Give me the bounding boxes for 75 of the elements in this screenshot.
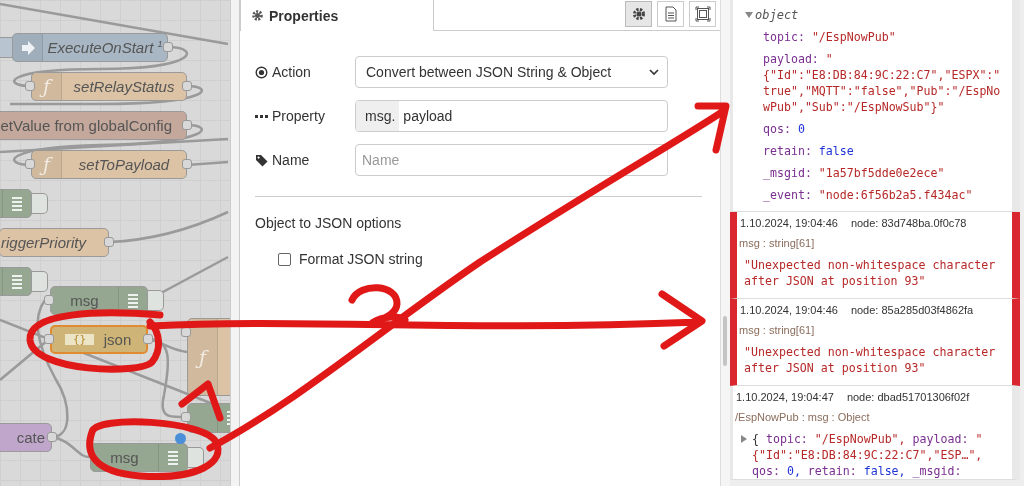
node-id-link[interactable]: node: dbad51701306f02f [846, 391, 970, 403]
node-port[interactable] [181, 412, 191, 422]
object-label: object [755, 8, 799, 22]
flow-node[interactable]: ƒ setRelayStatus [31, 72, 187, 101]
node-port[interactable] [163, 42, 173, 52]
braces-icon: {} [72, 334, 87, 345]
scribble-mark [178, 380, 224, 422]
node-port[interactable] [25, 159, 35, 169]
node-port[interactable] [25, 81, 35, 91]
property-row-text: _event: "node:6f56b2a5.f434ac" [762, 187, 974, 204]
properties-tab[interactable]: Properties [240, 0, 434, 31]
document-icon [662, 6, 679, 22]
list-icon [11, 195, 23, 212]
error-text: "Unexpected non-whitespace character after JSON at position 93" [743, 344, 997, 377]
node-id-link[interactable]: node: 85a285d03f4862fa [850, 304, 974, 316]
flow-node[interactable]: {} json [50, 325, 148, 354]
flow-node[interactable]: ƒ setToPayload [31, 150, 187, 179]
node-port[interactable] [182, 81, 192, 91]
caret-icon[interactable] [745, 12, 753, 18]
caret-icon[interactable] [741, 435, 747, 443]
property-row-text: retain: false [762, 143, 855, 160]
flow-node[interactable]: ExecuteOnStart $^{1}$ [12, 33, 168, 62]
chevron-down-icon [649, 68, 659, 76]
list-icon [11, 273, 23, 290]
property-row-text: payload: "{"Id":"E8:DB:84:9C:22:C7","ESPX":"true","MQTT":"false","Pub":"/EspNowPub","Sub":"/EspNowSub"}" [762, 51, 1002, 116]
field-label: Property [272, 108, 325, 124]
node-port[interactable] [182, 120, 192, 130]
scrollbar[interactable] [723, 316, 727, 366]
timestamp: 1.10.2024, 19:04:46 [740, 304, 838, 316]
list-icon [127, 292, 139, 309]
settings-button[interactable] [625, 1, 652, 27]
field-label: Name [272, 152, 310, 168]
node-port[interactable] [182, 159, 192, 169]
flow-node[interactable]: etValue from globalConfig [0, 111, 187, 140]
node-port[interactable] [44, 334, 54, 344]
section-title: Object to JSON options [255, 215, 403, 231]
property-row-text: qos: 0 [762, 121, 806, 138]
node-port[interactable] [104, 237, 114, 247]
node-port[interactable] [44, 295, 54, 305]
appearance-button[interactable] [689, 1, 716, 27]
name-field[interactable]: Name [355, 144, 668, 176]
splitter[interactable] [230, 0, 240, 486]
checkbox-label: Format JSON string [299, 251, 423, 267]
action-select[interactable]: Convert between JSON String & Object [355, 56, 668, 88]
toggle-button[interactable] [32, 271, 48, 292]
flow-node[interactable]: riggerPriority [0, 228, 109, 257]
checkbox[interactable] [278, 252, 291, 266]
target-icon [255, 65, 268, 79]
description-button[interactable] [657, 1, 684, 27]
toggle-button[interactable] [148, 290, 164, 311]
scribble-mark [348, 284, 409, 327]
message-meta: msg : string[61] [738, 236, 816, 249]
message-preview: { topic: "/EspNowPub", payload: "{"Id":"E8:DB:84:9C:22:C7","ESP…", qos: 0, retain: false, _msgid: [752, 431, 984, 479]
field-label: Action [272, 64, 311, 80]
message-meta: msg : string[61] [738, 323, 816, 336]
timestamp: 1.10.2024, 19:04:47 [736, 391, 834, 403]
node-port[interactable] [181, 327, 191, 337]
node-port[interactable] [47, 432, 57, 442]
toggle-button[interactable] [32, 193, 48, 214]
gear-icon [251, 9, 264, 22]
timestamp: 1.10.2024, 19:04:46 [740, 217, 838, 229]
list-icon [167, 449, 179, 466]
property-row-text: _msgid: "1a57bf5dde0e2ece" [762, 165, 946, 182]
message-meta: /EspNowPub : msg : Object [734, 410, 871, 423]
settings-icon [630, 6, 647, 22]
arrow-icon [19, 39, 36, 56]
tag-icon [255, 153, 268, 167]
toggle-button[interactable] [188, 447, 204, 468]
flow-node[interactable]: cate [0, 423, 52, 452]
frame-icon [694, 6, 711, 22]
property-row-text: topic: "/EspNowPub" [762, 29, 897, 46]
node-id-link[interactable]: node: 83d748ba.0f0c78 [850, 217, 967, 229]
property-field[interactable]: msg. payload [355, 100, 668, 132]
error-text: "Unexpected non-whitespace character after JSON at position 93" [743, 257, 997, 290]
node-port[interactable] [143, 334, 153, 344]
